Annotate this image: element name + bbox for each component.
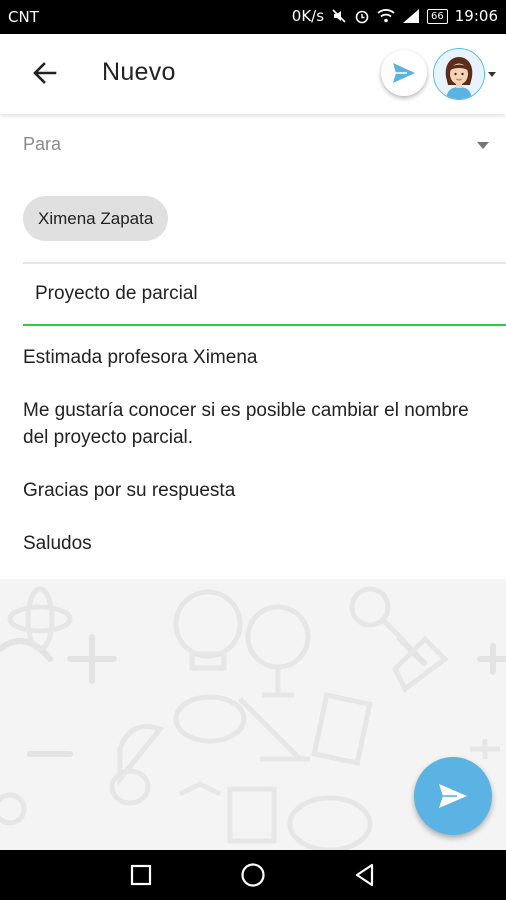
send-icon	[439, 784, 467, 808]
page-title: Nuevo	[102, 58, 176, 86]
alarm-icon	[355, 10, 369, 24]
carrier-label: CNT	[8, 8, 39, 26]
body-paragraph: Gracias por su respuesta	[23, 480, 236, 501]
system-nav-bar	[0, 850, 506, 900]
nav-back-button[interactable]	[352, 862, 378, 888]
dropdown-arrow-icon	[477, 142, 489, 149]
back-button[interactable]	[28, 56, 62, 90]
wifi-icon	[377, 9, 395, 23]
divider	[23, 262, 506, 264]
home-button[interactable]	[240, 862, 266, 888]
body-paragraph: Me gustaría conocer si es posible cambia…	[23, 400, 469, 448]
battery-icon: 66	[427, 8, 448, 24]
chevron-down-icon	[488, 71, 496, 77]
network-speed: 0K/s	[291, 7, 325, 25]
recipient-dropdown[interactable]: Para	[23, 134, 493, 158]
app-bar: Nuevo	[0, 34, 506, 114]
status-icons: 0K/s 66 19:06	[292, 7, 498, 25]
message-body[interactable]: Estimada profesora Ximena Me gustaría co…	[23, 344, 493, 583]
clock: 19:06	[454, 7, 498, 25]
user-avatar-icon	[433, 48, 485, 100]
status-bar: CNT 0K/s 66 19:06	[0, 0, 506, 34]
triangle-back-icon	[355, 863, 374, 887]
square-recents-icon	[130, 864, 152, 886]
arrow-back-icon	[33, 62, 57, 84]
body-paragraph: Estimada profesora Ximena	[23, 347, 258, 368]
circle-home-icon	[241, 863, 265, 887]
send-fab[interactable]	[414, 757, 492, 835]
subject-field-container	[23, 265, 506, 325]
send-button[interactable]	[381, 50, 427, 96]
send-icon	[393, 63, 415, 83]
subject-input[interactable]	[35, 283, 475, 305]
recipient-chip[interactable]: Ximena Zapata	[23, 196, 169, 241]
signal-icon	[403, 9, 420, 23]
body-paragraph: Saludos	[23, 533, 92, 554]
mute-icon	[332, 9, 346, 23]
subject-underline	[23, 324, 506, 326]
to-label: Para	[23, 134, 62, 154]
recents-button[interactable]	[128, 862, 154, 888]
account-switcher[interactable]	[433, 48, 496, 100]
